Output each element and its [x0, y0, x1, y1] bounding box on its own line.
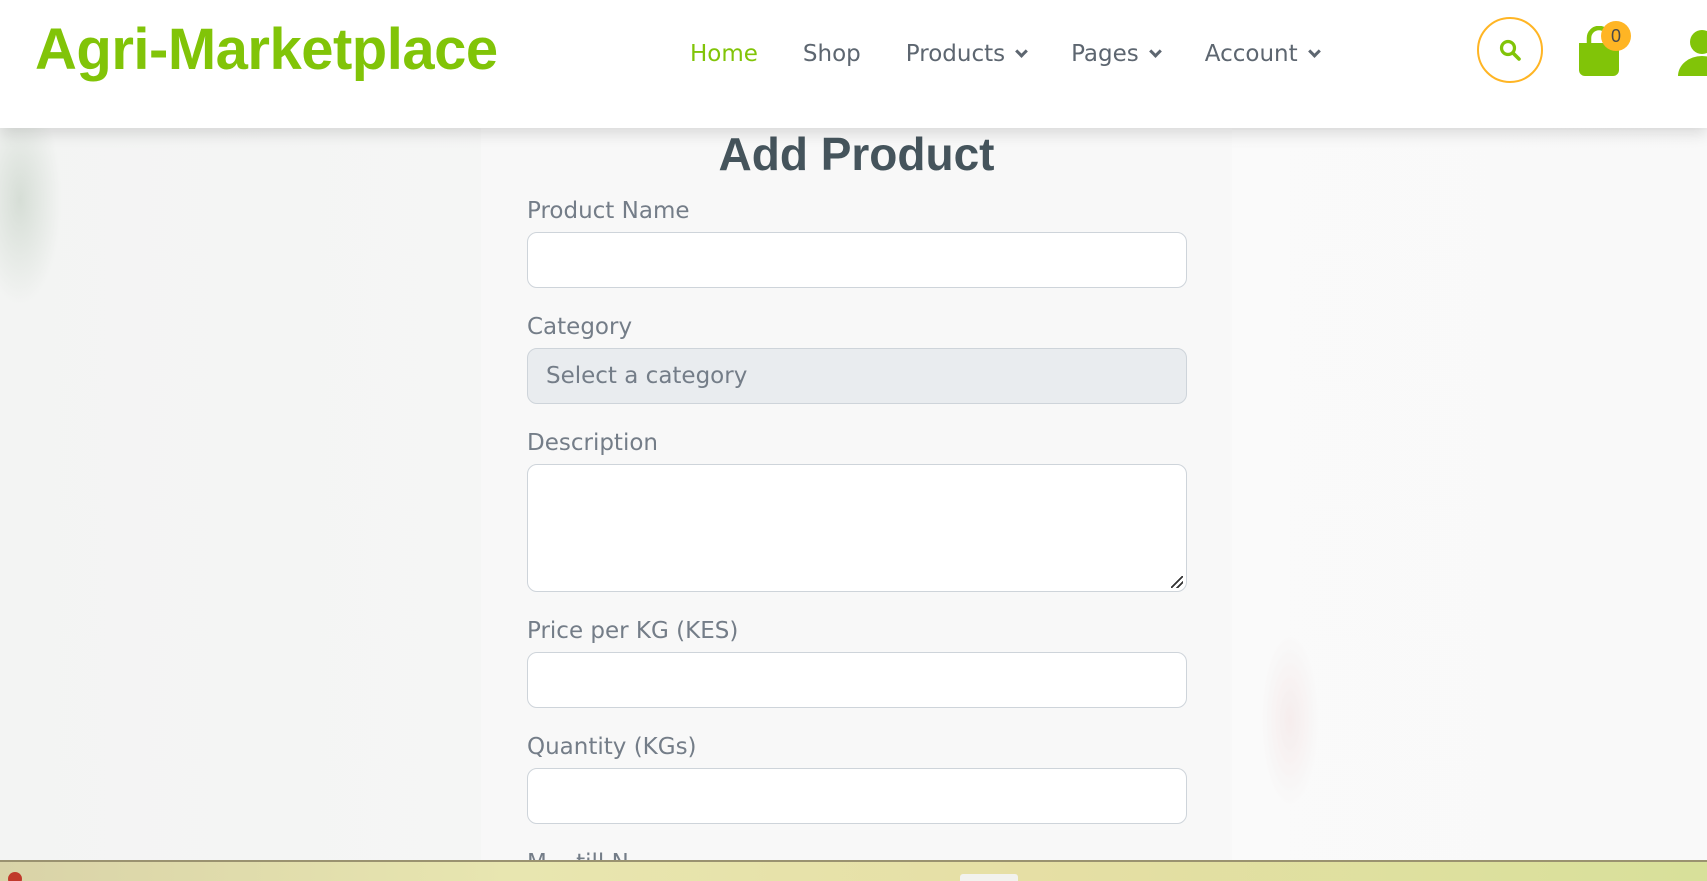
resize-handle-icon[interactable]: [1171, 576, 1183, 588]
navbar: Agri-Marketplace Home Shop Products Page…: [0, 0, 1707, 128]
nav-home[interactable]: Home: [690, 41, 758, 67]
nav-shop[interactable]: Shop: [803, 41, 861, 67]
nav-products-label: Products: [905, 41, 1006, 67]
nav-pages-dropdown[interactable]: Pages: [1071, 41, 1162, 67]
search-icon: [1499, 39, 1521, 61]
bottom-taskbar: [0, 860, 1707, 881]
cart-count-badge: 0: [1601, 21, 1631, 51]
category-select[interactable]: Select a category: [527, 348, 1187, 404]
product-name-input[interactable]: [527, 232, 1187, 288]
taskbar-app-icon[interactable]: [8, 872, 22, 881]
price-label: Price per KG (KES): [527, 618, 739, 644]
page-title: Add Product: [718, 128, 995, 180]
price-input[interactable]: [527, 652, 1187, 708]
nav-home-label: Home: [690, 41, 758, 67]
user-icon[interactable]: [1676, 26, 1707, 80]
background-ghost: [1232, 130, 1707, 860]
nav-shop-label: Shop: [802, 41, 861, 67]
description-textarea[interactable]: [527, 464, 1187, 592]
category-selected-value: Select a category: [546, 363, 748, 389]
category-label: Category: [527, 314, 633, 340]
chevron-down-icon: [1148, 44, 1162, 58]
description-label: Description: [527, 430, 658, 456]
quantity-input[interactable]: [527, 768, 1187, 824]
nav-pages-label: Pages: [1071, 41, 1139, 67]
product-name-label: Product Name: [527, 198, 690, 224]
taskbar-tab[interactable]: [960, 874, 1018, 881]
nav-products-dropdown[interactable]: Products: [905, 41, 1028, 67]
main-nav: Home Shop Products Pages Account: [690, 34, 1364, 74]
brand-logo[interactable]: Agri-Marketplace: [35, 14, 498, 86]
chevron-down-icon: [1015, 44, 1028, 58]
search-button[interactable]: [1477, 17, 1543, 83]
nav-account-dropdown[interactable]: Account: [1204, 41, 1321, 67]
chevron-down-icon: [1307, 44, 1321, 58]
quantity-label: Quantity (KGs): [527, 734, 697, 760]
nav-account-label: Account: [1204, 41, 1298, 67]
